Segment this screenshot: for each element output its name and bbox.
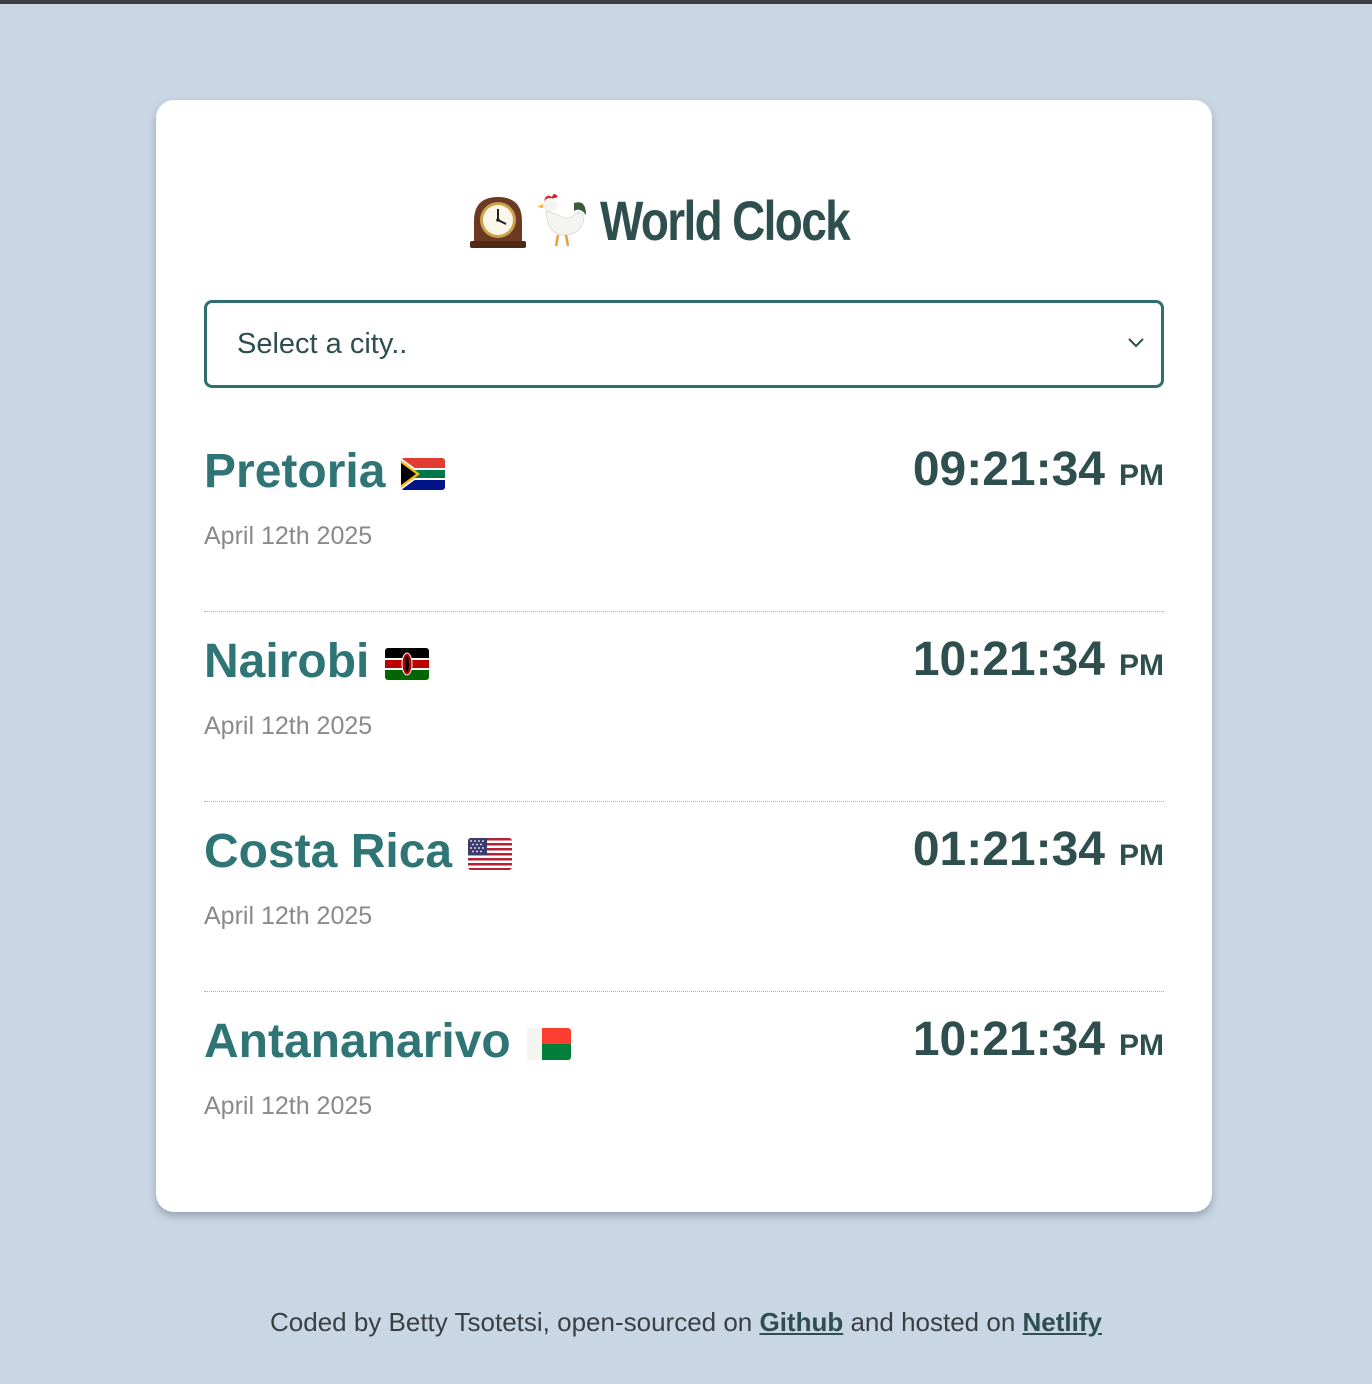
city-date: April 12th 2025 bbox=[204, 712, 373, 740]
madagascar-flag-icon bbox=[526, 1028, 571, 1060]
world-clock-card: World Clock Select a city.. Pretoria Apr… bbox=[156, 100, 1212, 1212]
city-row: Pretoria April 12th 2025 09:21:34 PM bbox=[204, 422, 1164, 612]
footer-text-middle: and hosted on bbox=[843, 1307, 1023, 1337]
city-date: April 12th 2025 bbox=[204, 1092, 373, 1120]
usa-flag-icon bbox=[468, 838, 513, 870]
github-link[interactable]: Github bbox=[759, 1307, 843, 1337]
city-name-group: Nairobi bbox=[204, 634, 430, 690]
app-title-row: World Clock bbox=[156, 188, 1212, 252]
app-title: World Clock bbox=[600, 188, 851, 252]
rooster-icon bbox=[534, 190, 590, 250]
chevron-down-icon bbox=[1128, 338, 1144, 348]
city-time: 10:21:34 PM bbox=[913, 632, 1164, 687]
city-row: Antananarivo April 12th 2025 10:21:34 PM bbox=[204, 992, 1164, 1182]
footer-text-before: Coded by Betty Tsotetsi, open-sourced on bbox=[270, 1307, 760, 1337]
time-ampm: PM bbox=[1119, 1029, 1164, 1062]
time-digits: 01:21:34 bbox=[912, 823, 1105, 876]
city-date: April 12th 2025 bbox=[204, 902, 373, 930]
city-select[interactable]: Select a city.. bbox=[204, 300, 1164, 388]
time-ampm: PM bbox=[1119, 649, 1164, 682]
city-row: Costa Rica April 12th 2025 01:21:34 PM bbox=[204, 802, 1164, 992]
netlify-link[interactable]: Netlify bbox=[1023, 1307, 1102, 1337]
city-name: Costa Rica bbox=[204, 825, 453, 878]
city-name-group: Pretoria bbox=[204, 444, 446, 500]
footer: Coded by Betty Tsotetsi, open-sourced on… bbox=[0, 1307, 1372, 1338]
city-date: April 12th 2025 bbox=[204, 522, 373, 550]
kenya-flag-icon bbox=[385, 648, 430, 680]
city-name: Antananarivo bbox=[204, 1015, 511, 1068]
city-select-value: Select a city.. bbox=[237, 327, 408, 360]
city-name-group: Antananarivo bbox=[204, 1014, 571, 1070]
mantelpiece-clock-icon bbox=[468, 190, 528, 250]
city-time: 10:21:34 PM bbox=[913, 1012, 1164, 1067]
city-name: Pretoria bbox=[204, 445, 386, 498]
city-time: 09:21:34 PM bbox=[913, 442, 1164, 497]
south-africa-flag-icon bbox=[401, 458, 446, 490]
time-digits: 09:21:34 bbox=[912, 443, 1105, 496]
city-name-group: Costa Rica bbox=[204, 824, 513, 880]
city-time: 01:21:34 PM bbox=[913, 822, 1164, 877]
city-row: Nairobi April 12th 2025 10:21:34 PM bbox=[204, 612, 1164, 802]
time-ampm: PM bbox=[1119, 459, 1164, 492]
city-name: Nairobi bbox=[204, 635, 370, 688]
time-digits: 10:21:34 bbox=[912, 633, 1105, 686]
time-digits: 10:21:34 bbox=[912, 1013, 1105, 1066]
time-ampm: PM bbox=[1119, 839, 1164, 872]
